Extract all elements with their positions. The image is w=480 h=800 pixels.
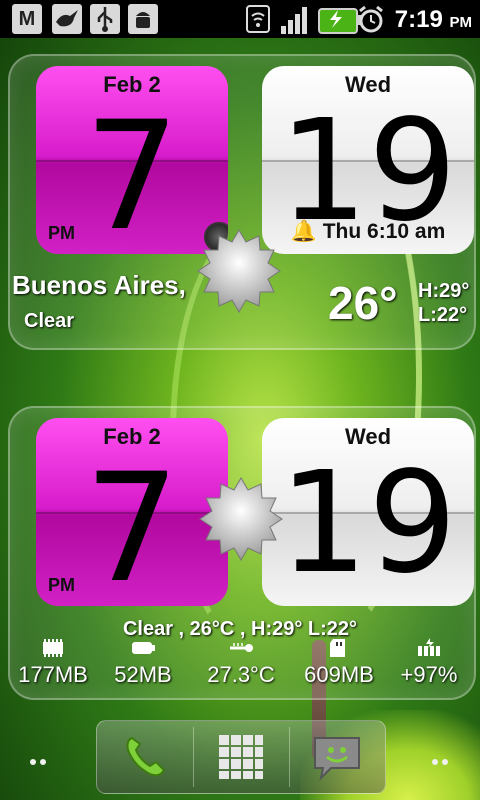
stat-value: +97%: [400, 662, 458, 687]
stat-storage: 609MB: [294, 638, 384, 688]
status-ampm: PM: [449, 14, 473, 31]
app-drawer-button[interactable]: [193, 721, 289, 793]
weather-condition: Clear: [24, 310, 75, 332]
city-name: Buenos Aires,: [12, 270, 186, 300]
android-debug-icon[interactable]: [128, 4, 158, 34]
ram-chip-icon: [43, 639, 63, 657]
stat-battery: 52MB: [98, 638, 188, 688]
app-drawer-icon: [219, 735, 263, 779]
status-clock: 7:19 PM: [395, 6, 472, 34]
thermometer-icon: [230, 643, 253, 652]
battery-icon: [132, 642, 155, 654]
stat-temperature: 27.3°C: [196, 638, 286, 688]
current-temperature: 26°: [328, 277, 398, 329]
stat-value: 27.3°C: [207, 662, 275, 687]
status-bar: M 7:19 PM: [0, 0, 480, 38]
minute-flip-card[interactable]: Wed 19 🔔 Thu 6:10 am: [262, 66, 474, 254]
signal-icon: [280, 6, 310, 34]
usb-icon[interactable]: [90, 4, 120, 34]
alarm-icon: [356, 4, 386, 34]
status-time: 7:19: [394, 6, 443, 33]
wifi-icon: [244, 4, 272, 34]
next-alarm: 🔔 Thu 6:10 am: [262, 220, 474, 244]
ampm-label: PM: [48, 223, 75, 243]
page-indicator-right[interactable]: [430, 752, 454, 765]
bird-icon[interactable]: [52, 4, 82, 34]
phone-button[interactable]: [97, 721, 193, 793]
hour-flip-card[interactable]: Feb 2 7 PM: [36, 66, 228, 254]
stat-charge: +97%: [384, 638, 474, 688]
stat-ram: 177MB: [8, 638, 98, 688]
battery-charge-icon: [418, 638, 440, 656]
sd-card-icon: [330, 639, 345, 657]
next-alarm-text: Thu 6:10 am: [322, 220, 446, 243]
gmail-icon[interactable]: M: [12, 4, 42, 34]
weather-sun-icon[interactable]: [198, 476, 284, 562]
minute-digits: 19: [278, 442, 458, 605]
page-indicator-left[interactable]: [28, 752, 52, 765]
bell-icon: 🔔: [290, 220, 317, 243]
weather-sun-icon[interactable]: [196, 228, 282, 314]
battery-charging-icon: [318, 8, 362, 34]
low-temperature: L:22°: [418, 304, 468, 326]
minute-flip-card[interactable]: Wed 19: [262, 418, 474, 606]
ampm-label: PM: [48, 575, 75, 595]
stat-value: 52MB: [114, 662, 172, 687]
messaging-icon: [314, 737, 360, 782]
high-temperature: H:29°: [418, 280, 470, 302]
messaging-button[interactable]: [289, 721, 385, 793]
stat-value: 177MB: [18, 662, 88, 687]
stat-value: 609MB: [304, 662, 374, 687]
phone-icon: [126, 736, 166, 777]
launcher-dock: [96, 720, 386, 794]
